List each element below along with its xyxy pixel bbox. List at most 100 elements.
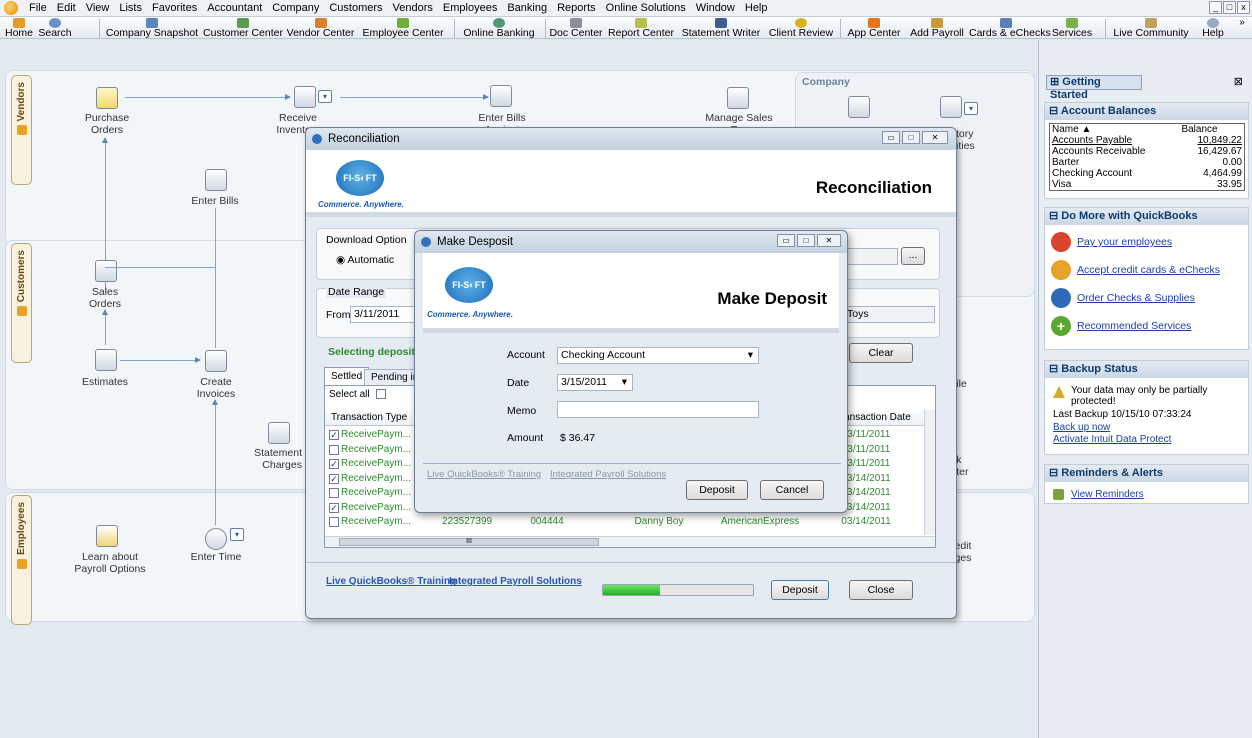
chevron-down-icon[interactable]: ▾ xyxy=(230,528,244,541)
tab-settled[interactable]: Settled xyxy=(324,367,370,385)
collapse-icon[interactable]: ⊠ xyxy=(1234,75,1243,88)
column-header-date[interactable]: Transaction Date xyxy=(835,412,925,423)
row-checkbox[interactable] xyxy=(329,517,339,527)
row-checkbox[interactable]: ✓ xyxy=(329,430,339,440)
row-checkbox[interactable] xyxy=(329,488,339,498)
menu-view[interactable]: View xyxy=(81,2,115,14)
menu-file[interactable]: File xyxy=(24,2,52,14)
toolbar-statement-writer[interactable]: Statement Writer xyxy=(678,17,764,39)
account-balances-header[interactable]: ⊟ Account Balances xyxy=(1045,103,1248,120)
menu-help[interactable]: Help xyxy=(740,2,773,14)
inventory-activities-label[interactable]: tory ities xyxy=(956,128,986,152)
minimize-button[interactable]: _ xyxy=(1209,1,1222,14)
enter-time-icon[interactable] xyxy=(205,528,227,550)
column-header-name[interactable]: Name ▲ xyxy=(1050,124,1180,135)
chart-of-accounts-icon[interactable] xyxy=(848,96,870,118)
do-more-header[interactable]: ⊟ Do More with QuickBooks xyxy=(1045,208,1248,225)
scrollbar-thumb[interactable]: III xyxy=(339,538,599,546)
view-reminders-link[interactable]: View Reminders xyxy=(1071,489,1144,500)
toolbar-doc-center[interactable]: Doc Center xyxy=(548,17,604,39)
row-checkbox[interactable]: ✓ xyxy=(329,473,339,484)
table-row[interactable]: ReceivePaym... 223527399 004444 Danny Boy Am… xyxy=(325,515,923,529)
select-all-checkbox[interactable] xyxy=(376,389,387,400)
accept-credit-cards-link[interactable]: Accept credit cards & eChecks xyxy=(1077,264,1220,276)
table-row[interactable]: Accounts Receivable 16,429.67 xyxy=(1050,146,1245,157)
menu-window[interactable]: Window xyxy=(691,2,740,14)
sales-orders-label[interactable]: Sales Orders xyxy=(75,286,135,310)
enter-time-label[interactable]: Enter Time xyxy=(188,551,244,563)
chevron-down-icon[interactable]: ▾ xyxy=(318,90,332,103)
memo-input[interactable] xyxy=(557,401,759,418)
enter-bills-icon[interactable] xyxy=(205,169,227,191)
close-dialog-button[interactable]: Close xyxy=(849,580,913,600)
live-training-link[interactable]: Live QuickBooks® Training xyxy=(326,576,456,587)
automatic-radio[interactable]: ◉ Automatic xyxy=(336,254,394,266)
payroll-solutions-link[interactable]: Integrated Payroll Solutions xyxy=(449,576,582,587)
reminders-header[interactable]: ⊟ Reminders & Alerts xyxy=(1045,465,1248,482)
from-date-input[interactable]: 3/11/2011 xyxy=(350,306,415,323)
toolbar-live-community[interactable]: Live Community xyxy=(1108,17,1194,39)
deposit-button[interactable]: Deposit xyxy=(771,580,829,600)
vertical-scrollbar[interactable] xyxy=(924,410,935,535)
maximize-button[interactable]: □ xyxy=(797,234,815,247)
toolbar-employee-center[interactable]: Employee Center xyxy=(358,17,448,39)
menu-edit[interactable]: Edit xyxy=(52,2,81,14)
chevron-down-icon[interactable]: ▾ xyxy=(964,102,978,115)
menu-reports[interactable]: Reports xyxy=(552,2,601,14)
toolbar-help[interactable]: Help xyxy=(1198,17,1228,39)
pay-employees-link[interactable]: Pay your employees xyxy=(1077,236,1172,248)
deposit-confirm-button[interactable]: Deposit xyxy=(686,480,748,500)
recommended-services-link[interactable]: Recommended Services xyxy=(1077,320,1191,332)
order-checks-link[interactable]: Order Checks & Supplies xyxy=(1077,292,1195,304)
create-invoices-label[interactable]: Create Invoices xyxy=(180,376,252,400)
row-checkbox[interactable] xyxy=(329,444,339,455)
make-deposit-titlebar[interactable]: Make Desposit ▭ □ ✕ xyxy=(415,231,847,253)
live-training-link[interactable]: Live QuickBooks® Training xyxy=(427,469,541,480)
estimates-label[interactable]: Estimates xyxy=(72,376,138,388)
column-header-balance[interactable]: Balance xyxy=(1179,124,1244,136)
close-button[interactable]: ✕ xyxy=(922,131,948,144)
maximize-button[interactable]: □ xyxy=(902,131,920,144)
account-select[interactable]: Checking Account ▾ xyxy=(557,347,759,364)
statement-charges-label[interactable]: Statement Charges xyxy=(240,447,302,471)
toolbar-app-center[interactable]: App Center xyxy=(843,17,905,39)
statement-charges-icon[interactable] xyxy=(268,422,290,444)
minimize-button[interactable]: ▭ xyxy=(882,131,900,144)
enter-bills-label[interactable]: Enter Bills xyxy=(185,195,245,207)
menu-banking[interactable]: Banking xyxy=(502,2,552,14)
payroll-solutions-link[interactable]: Integrated Payroll Solutions xyxy=(550,469,666,480)
customer-filter-input[interactable]: Toys xyxy=(843,306,935,323)
column-header-type[interactable]: Transaction Type xyxy=(331,412,407,423)
learn-payroll-label[interactable]: Learn about Payroll Options xyxy=(70,551,150,575)
manage-sales-tax-icon[interactable] xyxy=(727,87,749,109)
items-services-icon[interactable] xyxy=(940,96,962,118)
backup-status-header[interactable]: ⊟ Backup Status xyxy=(1045,361,1248,378)
menu-accountant[interactable]: Accountant xyxy=(202,2,267,14)
menu-employees[interactable]: Employees xyxy=(438,2,502,14)
browse-button[interactable]: ... xyxy=(901,247,925,265)
menu-company[interactable]: Company xyxy=(267,2,324,14)
toolbar-client-review[interactable]: Client Review xyxy=(766,17,836,39)
menu-vendors[interactable]: Vendors xyxy=(388,2,438,14)
file-path-input[interactable] xyxy=(840,248,898,265)
getting-started-link[interactable]: ⊞ Getting Started xyxy=(1046,75,1142,101)
menu-favorites[interactable]: Favorites xyxy=(147,2,202,14)
receive-inventory-icon[interactable] xyxy=(294,86,316,108)
cancel-button[interactable]: Cancel xyxy=(760,480,824,500)
toolbar-cards-echecks[interactable]: Cards & eChecks xyxy=(969,17,1051,39)
vendors-tab[interactable]: Vendors xyxy=(11,75,32,185)
quickbooks-app-icon[interactable] xyxy=(4,1,18,15)
minimize-button[interactable]: ▭ xyxy=(777,234,795,247)
purchase-orders-label[interactable]: Purchase Orders xyxy=(72,112,142,136)
menu-customers[interactable]: Customers xyxy=(324,2,387,14)
employees-tab[interactable]: Employees xyxy=(11,495,32,625)
back-up-now-link[interactable]: Back up now xyxy=(1053,422,1110,433)
horizontal-scrollbar[interactable]: III xyxy=(325,536,935,547)
toolbar-overflow-button[interactable]: » xyxy=(1236,17,1248,39)
close-button[interactable]: x xyxy=(1237,1,1250,14)
table-row[interactable]: Accounts Payable 10,849.22 xyxy=(1050,135,1245,146)
toolbar-company-snapshot[interactable]: Company Snapshot xyxy=(102,17,202,39)
date-picker[interactable]: 3/15/2011 ▾ xyxy=(557,374,633,391)
toolbar-online-banking[interactable]: Online Banking xyxy=(457,17,541,39)
estimates-icon[interactable] xyxy=(95,349,117,371)
